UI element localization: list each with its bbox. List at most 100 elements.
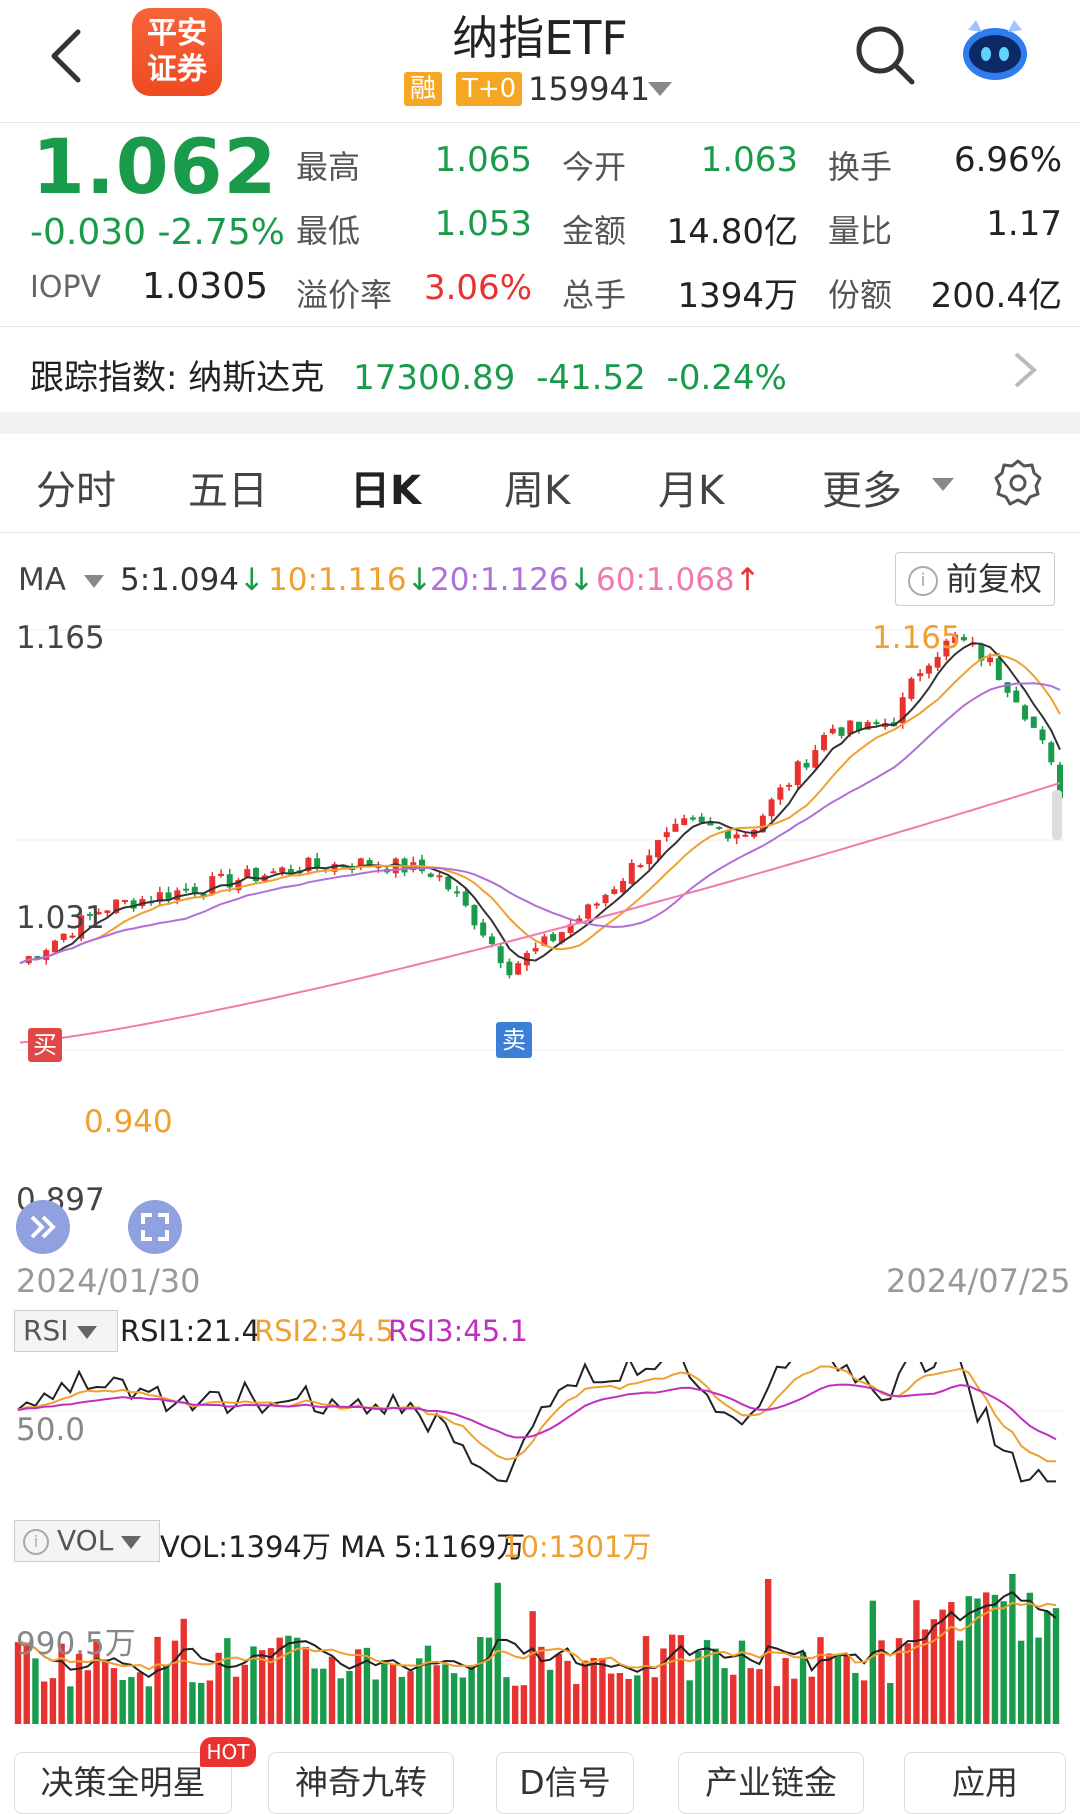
vol-axis-label: 990.5万 bbox=[16, 1626, 136, 1662]
tab-weekly-k[interactable]: 周K bbox=[504, 458, 570, 516]
ma60-legend: 60:1.068↑ bbox=[596, 562, 761, 598]
volume-bar bbox=[468, 1664, 475, 1724]
candle-body bbox=[314, 858, 321, 867]
security-code[interactable]: 159941 bbox=[528, 70, 650, 108]
chevron-down-icon[interactable] bbox=[648, 82, 672, 96]
candle-body bbox=[646, 855, 653, 865]
search-icon[interactable] bbox=[852, 22, 918, 88]
chip-application[interactable]: 应用 bbox=[904, 1752, 1066, 1814]
rsi-selector-label: RSI bbox=[23, 1314, 69, 1347]
candlestick-chart[interactable] bbox=[0, 620, 1080, 1280]
candle-body bbox=[593, 903, 600, 906]
volume-bar bbox=[67, 1686, 74, 1724]
high-price-marker: 1.165 bbox=[872, 620, 961, 656]
price-change: -0.030 -2.75% bbox=[30, 212, 285, 253]
volume-bar bbox=[128, 1677, 135, 1724]
volume-bar bbox=[232, 1676, 240, 1724]
volume-chart[interactable] bbox=[0, 1562, 1080, 1728]
tracking-index-value: 17300.89 bbox=[353, 358, 516, 398]
low-price-marker: 0.940 bbox=[84, 1104, 173, 1140]
volume-bar bbox=[241, 1664, 248, 1724]
volume-bar bbox=[320, 1668, 327, 1724]
gear-icon[interactable] bbox=[994, 458, 1042, 506]
volume-bar bbox=[948, 1602, 955, 1724]
chevron-right-icon[interactable] bbox=[1010, 350, 1040, 390]
tab-five-day[interactable]: 五日 bbox=[188, 458, 268, 516]
adjust-mode-label: 前复权 bbox=[946, 560, 1043, 598]
tab-intraday[interactable]: 分时 bbox=[36, 458, 116, 516]
volume-bar bbox=[799, 1652, 807, 1724]
volume-bar bbox=[381, 1659, 388, 1724]
chip-d-signal[interactable]: D信号 bbox=[496, 1752, 634, 1814]
volume-bar bbox=[267, 1648, 275, 1724]
candle-body bbox=[628, 862, 635, 884]
candle-body bbox=[602, 894, 609, 904]
volume-bar bbox=[398, 1676, 405, 1724]
amount-value: 14.80亿 bbox=[666, 212, 798, 252]
candle-body bbox=[51, 940, 58, 953]
tab-more[interactable]: 更多 bbox=[822, 458, 902, 516]
fullscreen-button[interactable] bbox=[128, 1200, 182, 1254]
tracking-index-row[interactable]: 跟踪指数: 纳斯达克 17300.89 -41.52 -0.24% bbox=[30, 350, 787, 399]
ma-chevron-down-icon bbox=[83, 575, 104, 588]
volume-bar bbox=[712, 1648, 720, 1724]
back-arrow-icon[interactable] bbox=[40, 26, 100, 86]
ma20-legend: 20:1.126↓ bbox=[430, 562, 595, 598]
candle-body bbox=[1013, 690, 1020, 703]
info-icon: i bbox=[23, 1529, 49, 1555]
candle-body bbox=[654, 840, 661, 858]
vol-selector[interactable]: i VOL bbox=[14, 1520, 160, 1562]
ma10-down-arrow-icon: ↓ bbox=[406, 562, 433, 598]
rsi3-line bbox=[17, 1383, 1057, 1441]
tab-daily-k[interactable]: 日K bbox=[350, 458, 421, 516]
ma-selector[interactable]: MA bbox=[18, 562, 104, 598]
ma60-line bbox=[19, 782, 1061, 1044]
candle-body bbox=[698, 816, 705, 823]
logo-line2: 证券 bbox=[147, 52, 207, 87]
candle-body bbox=[244, 869, 251, 878]
rsi-selector[interactable]: RSI bbox=[14, 1310, 118, 1352]
volume-bar bbox=[1026, 1592, 1034, 1724]
volume-bar bbox=[154, 1636, 161, 1724]
candle-body bbox=[908, 678, 915, 699]
rsi-chart[interactable] bbox=[0, 1362, 1080, 1504]
ma60-up-arrow-icon: ↑ bbox=[734, 562, 761, 598]
volume-bar bbox=[581, 1660, 589, 1724]
sell-signal[interactable]: 卖 bbox=[496, 1022, 532, 1058]
candle-body bbox=[716, 826, 723, 829]
volume-bar bbox=[485, 1637, 493, 1724]
volume-bar bbox=[520, 1685, 528, 1724]
volume-bar bbox=[564, 1660, 571, 1724]
adjust-mode-button[interactable]: i 前复权 bbox=[895, 552, 1055, 606]
change-percent: -2.75% bbox=[157, 212, 285, 253]
ma5-legend: 5:1.094↓ bbox=[120, 562, 265, 598]
premium-label: 溢价率 bbox=[296, 276, 393, 314]
open-value: 1.063 bbox=[700, 140, 798, 180]
ai-assistant-robot-icon[interactable] bbox=[958, 14, 1032, 84]
volume-bar bbox=[49, 1678, 57, 1724]
volume-bar bbox=[721, 1668, 728, 1724]
volume-bar bbox=[834, 1654, 842, 1724]
volume-bar bbox=[145, 1686, 153, 1724]
last-price: 1.062 bbox=[32, 122, 278, 211]
volume-bar bbox=[703, 1640, 711, 1724]
page-title: 纳指ETF bbox=[452, 11, 628, 65]
volume-bar bbox=[573, 1684, 580, 1724]
buy-signal[interactable]: 买 bbox=[28, 1028, 62, 1062]
volume-bar bbox=[285, 1635, 292, 1724]
volume-bar bbox=[529, 1611, 536, 1724]
premium-value: 3.06% bbox=[423, 268, 532, 308]
expand-left-button[interactable] bbox=[16, 1200, 70, 1254]
chip-industry-chain[interactable]: 产业链金 bbox=[678, 1752, 864, 1814]
more-chevron-down-icon[interactable] bbox=[932, 478, 954, 491]
double-chevron-right-icon bbox=[30, 1215, 56, 1239]
chip-magic-nine[interactable]: 神奇九转 bbox=[268, 1752, 454, 1814]
volume-bar bbox=[869, 1600, 877, 1724]
volume-label: 总手 bbox=[562, 276, 627, 314]
low-value: 1.053 bbox=[434, 204, 532, 244]
volume-bar bbox=[625, 1679, 632, 1724]
volume-bar bbox=[1052, 1608, 1060, 1724]
tab-monthly-k[interactable]: 月K bbox=[658, 458, 724, 516]
volume-bar bbox=[171, 1640, 179, 1724]
shares-value: 200.4亿 bbox=[930, 276, 1062, 316]
